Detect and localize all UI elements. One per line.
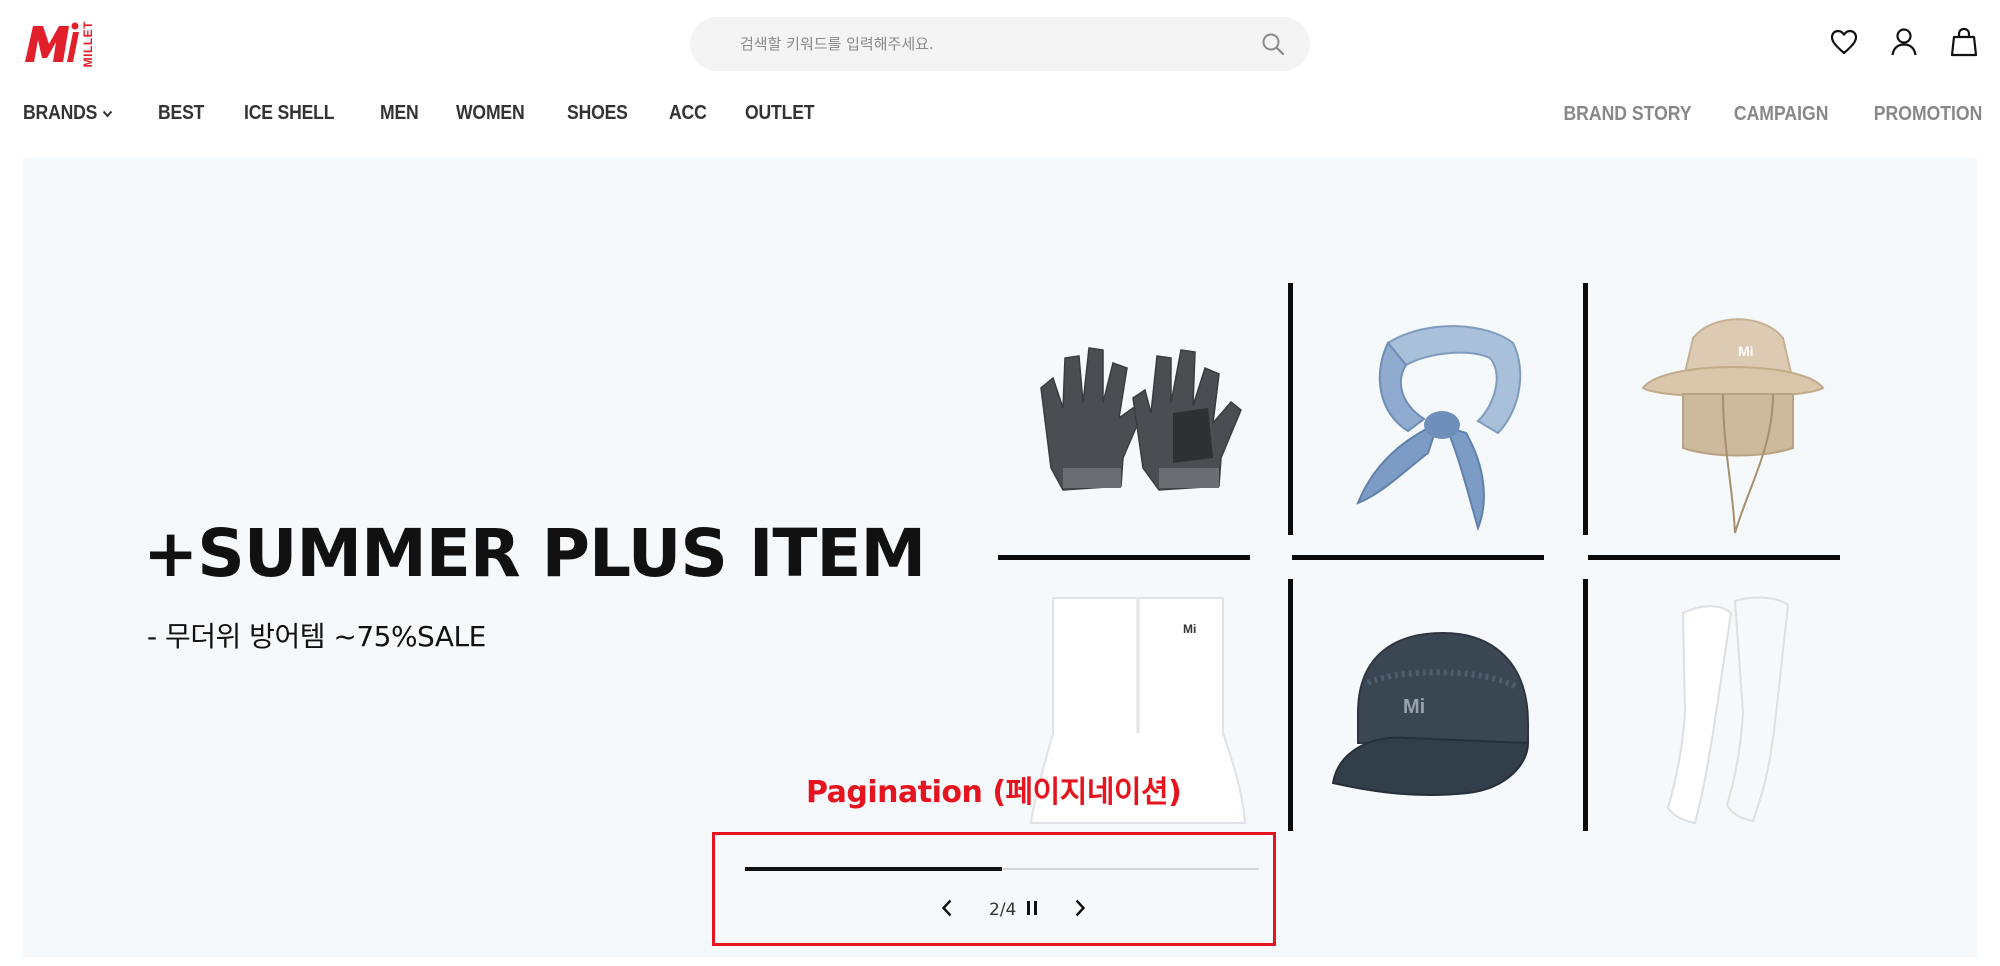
nav-item-label: SHOES — [567, 102, 629, 124]
sun-hat-icon: Mi — [1641, 318, 1825, 534]
grid-divider — [1588, 555, 1840, 560]
svg-text:Mi: Mi — [1738, 343, 1754, 359]
grid-divider — [1583, 283, 1588, 535]
nav-item-acc[interactable]: ACC — [669, 102, 707, 125]
nav-item-women[interactable]: WOMEN — [456, 102, 525, 125]
product-gloves[interactable] — [1013, 298, 1263, 538]
pagination-count: 2/4 — [989, 900, 1017, 920]
secondary-nav: BRAND STORY CAMPAIGN PROMOTION — [1516, 103, 1982, 126]
nav-item-label: WOMEN — [456, 102, 525, 124]
product-scarf[interactable] — [1313, 298, 1563, 538]
nav-item-label: BEST — [158, 102, 205, 124]
product-sun-hat[interactable]: Mi — [1608, 298, 1858, 538]
nav-item-brand-story[interactable]: BRAND STORY — [1563, 103, 1691, 126]
product-grid: Mi Mi Mi — [998, 283, 1868, 843]
user-icon[interactable] — [1888, 26, 1920, 58]
nav-item-brands[interactable]: BRANDS — [23, 102, 113, 125]
millet-m-logo-icon — [25, 22, 79, 62]
next-slide-button[interactable] — [1068, 895, 1092, 925]
chevron-left-icon — [941, 898, 953, 923]
svg-text:Mi: Mi — [1183, 622, 1196, 636]
utility-menu — [1828, 26, 1980, 58]
pagination-progress-bar — [745, 867, 1259, 871]
grid-divider — [1288, 283, 1293, 535]
grid-divider — [1583, 579, 1588, 831]
nav-item-campaign[interactable]: CAMPAIGN — [1734, 103, 1829, 126]
grid-divider — [1292, 555, 1544, 560]
nav-item-label: MEN — [379, 102, 419, 124]
nav-item-label: BRANDS — [23, 102, 98, 124]
nav-item-label: ACC — [669, 102, 707, 124]
product-cap[interactable]: Mi — [1313, 593, 1563, 833]
chevron-down-icon — [103, 109, 114, 119]
shopping-bag-icon[interactable] — [1948, 26, 1980, 58]
prev-slide-button[interactable] — [935, 895, 959, 925]
heart-icon[interactable] — [1828, 26, 1860, 58]
logo-wordmark: MILLET — [81, 20, 95, 68]
chevron-right-icon — [1074, 898, 1086, 923]
nav-item-ice-shell[interactable]: ICE SHELL — [243, 102, 335, 125]
search-bar[interactable] — [690, 17, 1310, 71]
svg-text:Mi: Mi — [1403, 696, 1425, 718]
pause-icon — [1026, 900, 1038, 921]
nav-item-best[interactable]: BEST — [158, 102, 204, 125]
scarf-icon — [1356, 325, 1522, 532]
pause-button[interactable] — [1022, 895, 1042, 925]
grid-divider — [1288, 579, 1293, 831]
pagination-progress-fill — [745, 867, 1002, 871]
search-input[interactable] — [740, 35, 1258, 53]
gloves-icon — [1040, 347, 1242, 491]
pagination-controls: 2/4 — [935, 895, 1092, 925]
nav-item-promotion[interactable]: PROMOTION — [1873, 103, 1982, 126]
arm-sleeves-icon — [1666, 596, 1790, 825]
cap-icon: Mi — [1331, 631, 1530, 796]
banner-headline: +SUMMER PLUS ITEM — [143, 515, 926, 592]
pagination-annotation-label: Pagination (페이지네이션) — [806, 775, 1182, 810]
nav-item-label: ICE SHELL — [243, 102, 335, 124]
millet-logo[interactable]: MILLET — [23, 20, 101, 68]
nav-item-men[interactable]: MEN — [380, 102, 419, 125]
nav-item-outlet[interactable]: OUTLET — [745, 102, 815, 125]
search-icon[interactable] — [1258, 29, 1288, 59]
nav-item-label: OUTLET — [745, 102, 815, 124]
product-arm-sleeves[interactable] — [1608, 593, 1858, 833]
main-nav: BRANDS BEST ICE SHELL MEN WOMEN SHOES AC… — [23, 102, 857, 125]
banner-subline: - 무더위 방어템 ~75%SALE — [147, 620, 486, 653]
grid-divider — [998, 555, 1250, 560]
pagination-annotation-box — [712, 832, 1276, 946]
nav-item-shoes[interactable]: SHOES — [567, 102, 628, 125]
